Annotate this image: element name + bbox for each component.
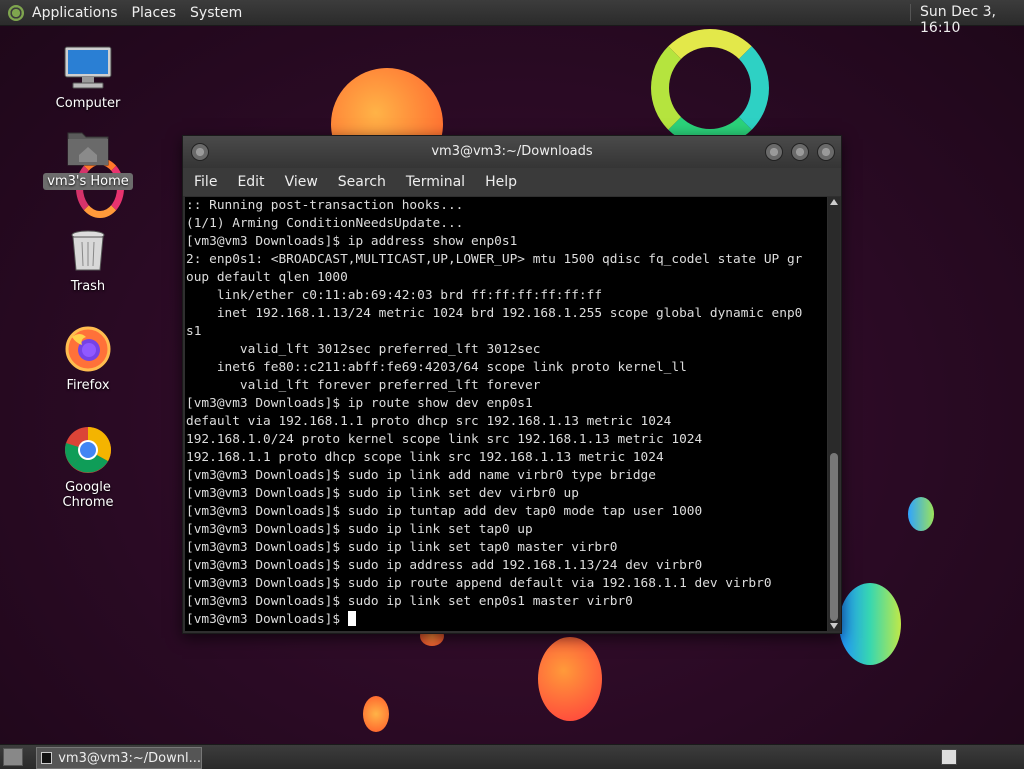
terminal-line: s1 [186,324,202,339]
scroll-up-icon[interactable] [830,199,838,205]
desktop-home[interactable]: vm3's Home [38,127,138,190]
terminal-line: [vm3@vm3 Downloads]$ sudo ip link set ta… [186,522,533,537]
terminal-line: 192.168.1.1 proto dhcp scope link src 19… [186,450,664,465]
taskbar-label: vm3@vm3:~/Downl... [58,750,201,766]
panel-separator [910,4,913,21]
terminal-line: [vm3@vm3 Downloads]$ sudo ip link set de… [186,486,579,501]
terminal-line: [vm3@vm3 Downloads]$ sudo ip tuntap add … [186,504,703,519]
menu-search[interactable]: Search [338,174,386,190]
terminal-window[interactable]: vm3@vm3:~/Downloads File Edit View Searc… [182,135,842,634]
desktop-chrome[interactable]: Google Chrome [38,425,138,511]
desktop-computer[interactable]: Computer [38,45,138,112]
terminal-line: inet6 fe80::c211:abff:fe69:4203/64 scope… [186,360,687,375]
desktop-icon-label: Firefox [66,378,110,393]
clock[interactable]: Sun Dec 3, 16:10 [920,4,1024,36]
menu-file[interactable]: File [194,174,217,190]
computer-icon [64,46,112,89]
menu-applications[interactable]: Applications [32,5,118,21]
window-titlebar[interactable]: vm3@vm3:~/Downloads [183,136,841,168]
wallpaper-ring [651,29,769,147]
menu-system[interactable]: System [190,5,242,21]
terminal-line: [vm3@vm3 Downloads]$ sudo ip link set ta… [186,540,618,555]
terminal-line: [vm3@vm3 Downloads]$ sudo ip route appen… [186,576,772,591]
terminal-output[interactable]: :: Running post-transaction hooks... (1/… [185,197,827,631]
menu-places[interactable]: Places [132,5,177,21]
minimize-button[interactable] [765,143,783,161]
terminal-menubar: File Edit View Search Terminal Help [183,168,841,196]
wallpaper-orange-small [363,696,389,732]
terminal-line: [vm3@vm3 Downloads]$ sudo ip link add na… [186,468,656,483]
desktop-firefox[interactable]: Firefox [38,325,138,394]
show-desktop-icon[interactable] [3,748,23,766]
desktop-icon-label: Computer [55,96,121,111]
chrome-icon [64,427,111,473]
bottom-panel: vm3@vm3:~/Downl... [0,744,1024,769]
scrollbar-thumb[interactable] [830,453,838,621]
taskbar-terminal-button[interactable]: vm3@vm3:~/Downl... [36,747,202,769]
terminal-prompt: [vm3@vm3 Downloads]$ [186,612,348,627]
workspace-switcher[interactable] [941,749,957,765]
top-panel: Applications Places System Sun Dec 3, 16… [0,0,1024,36]
terminal-line: [vm3@vm3 Downloads]$ ip address show enp… [186,234,518,249]
terminal-line: default via 192.168.1.1 proto dhcp src 1… [186,414,672,429]
terminal-line: 192.168.1.0/24 proto kernel scope link s… [186,432,703,447]
window-title: vm3@vm3:~/Downloads [431,144,593,159]
terminal-line: [vm3@vm3 Downloads]$ sudo ip address add… [186,558,703,573]
firefox-icon [65,326,111,372]
terminal-line: valid_lft 3012sec preferred_lft 3012sec [186,342,541,357]
wallpaper-green-blob [839,583,901,665]
menu-view[interactable]: View [285,174,318,190]
terminal-scrollbar[interactable] [828,197,840,631]
terminal-line: [vm3@vm3 Downloads]$ sudo ip link set en… [186,594,633,609]
terminal-icon [41,752,53,764]
scroll-down-icon[interactable] [830,623,838,629]
close-button[interactable] [817,143,835,161]
distro-logo-icon[interactable] [8,4,24,21]
wallpaper-orange-oval [538,637,602,721]
terminal-line: valid_lft forever preferred_lft forever [186,378,541,393]
desktop-icon-label: Google Chrome [62,480,114,510]
terminal-cursor [347,611,356,626]
menu-terminal[interactable]: Terminal [406,174,465,190]
wallpaper-blue-blob [908,497,934,531]
terminal-line: (1/1) Arming ConditionNeedsUpdate... [186,216,464,231]
maximize-button[interactable] [791,143,809,161]
terminal-line: inet 192.168.1.13/24 metric 1024 brd 192… [186,306,803,321]
desktop-icon-label: Trash [70,279,106,294]
desktop-icon-label: vm3's Home [43,173,133,190]
menu-help[interactable]: Help [485,174,517,190]
terminal-line: [vm3@vm3 Downloads]$ ip route show dev e… [186,396,533,411]
terminal-line: 2: enp0s1: <BROADCAST,MULTICAST,UP,LOWER… [186,252,803,267]
terminal-line: :: Running post-transaction hooks... [186,198,464,213]
terminal-line: oup default qlen 1000 [186,270,348,285]
terminal-prompt-line[interactable]: [vm3@vm3 Downloads]$ [185,611,827,629]
home-folder-icon [67,132,109,166]
terminal-line: link/ether c0:11:ab:69:42:03 brd ff:ff:f… [186,288,603,303]
menu-edit[interactable]: Edit [237,174,264,190]
desktop-trash[interactable]: Trash [38,228,138,295]
trash-icon [71,230,105,271]
